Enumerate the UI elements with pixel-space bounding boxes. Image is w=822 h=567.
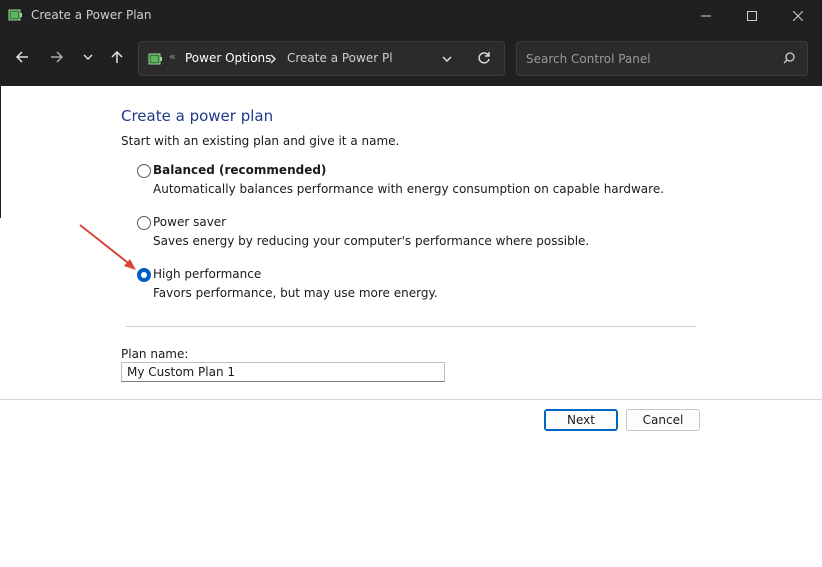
close-icon: [793, 10, 803, 21]
chevron-right-icon[interactable]: [269, 53, 277, 67]
page-title: Create a power plan: [121, 107, 274, 125]
footer-divider: [0, 399, 822, 400]
control-panel-icon: [148, 51, 164, 67]
section-divider: [126, 326, 696, 327]
address-dropdown-icon[interactable]: [442, 53, 452, 67]
search-icon[interactable]: [783, 52, 795, 67]
maximize-icon: [747, 10, 757, 21]
back-button[interactable]: [10, 46, 34, 70]
up-button[interactable]: [105, 46, 129, 70]
breadcrumb-power-options[interactable]: Power Options: [185, 51, 271, 65]
refresh-icon[interactable]: [477, 51, 491, 68]
breadcrumb-overflow[interactable]: «: [169, 50, 176, 63]
plan-name-label: Plan name:: [121, 347, 189, 361]
address-bar[interactable]: « Power Options Create a Power Plan: [138, 41, 505, 76]
close-button[interactable]: [775, 0, 821, 31]
option-label-power-saver[interactable]: Power saver: [153, 215, 226, 229]
annotation-arrow-icon: [79, 224, 136, 270]
forward-arrow-icon: [50, 50, 64, 67]
chevron-down-icon: [83, 51, 93, 65]
option-description-high-performance: Favors performance, but may use more ene…: [153, 286, 438, 300]
minimize-button[interactable]: [683, 0, 729, 31]
window-title: Create a Power Plan: [31, 8, 152, 22]
up-arrow-icon: [110, 50, 124, 67]
option-description-balanced: Automatically balances performance with …: [153, 182, 665, 196]
window-edge: [0, 86, 1, 218]
navigation-bar: « Power Options Create a Power Plan: [0, 31, 822, 86]
breadcrumb-current[interactable]: Create a Power Plan: [287, 51, 393, 65]
maximize-button[interactable]: [729, 0, 775, 31]
power-options-icon: [8, 7, 24, 23]
option-label-high-performance[interactable]: High performance: [153, 267, 261, 281]
recent-locations-button[interactable]: [76, 46, 100, 70]
title-bar: Create a Power Plan: [0, 0, 822, 31]
option-description-power-saver: Saves energy by reducing your computer's…: [153, 234, 590, 248]
option-label-balanced[interactable]: Balanced (recommended): [153, 163, 326, 177]
next-button[interactable]: Next: [544, 409, 618, 431]
cancel-button[interactable]: Cancel: [626, 409, 700, 431]
back-arrow-icon: [15, 50, 29, 67]
minimize-icon: [701, 11, 711, 21]
search-box[interactable]: [516, 41, 808, 76]
forward-button[interactable]: [45, 46, 69, 70]
radio-balanced[interactable]: [137, 164, 151, 178]
search-input[interactable]: [526, 50, 776, 68]
intro-text: Start with an existing plan and give it …: [121, 134, 400, 148]
plan-name-input[interactable]: [121, 362, 445, 382]
